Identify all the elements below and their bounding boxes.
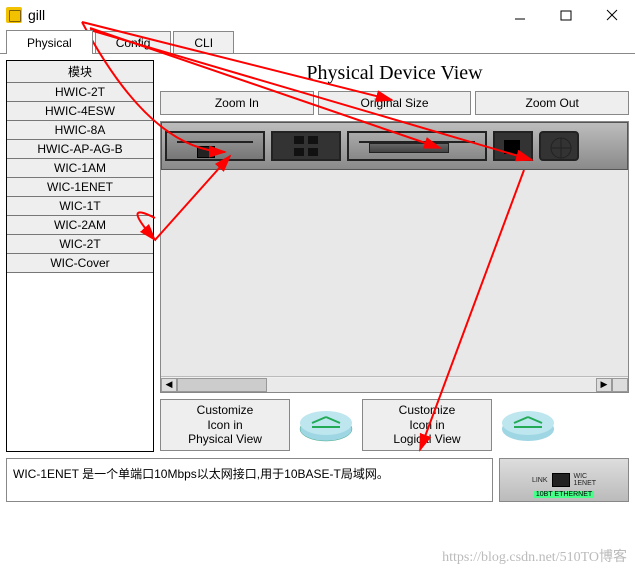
module-item-WIC-1ENET[interactable]: WIC-1ENET — [7, 178, 153, 197]
module-list-header: 模块 — [7, 61, 153, 83]
watermark: https://blog.csdn.net/510TO博客 — [442, 546, 627, 566]
tab-physical-label: Physical — [27, 36, 72, 50]
customize-logical-icon-button[interactable]: Customize Icon in Logical View — [362, 399, 492, 451]
close-button[interactable] — [589, 0, 635, 30]
tab-config-label: Config — [116, 36, 151, 50]
original-size-button[interactable]: Original Size — [318, 91, 472, 115]
tab-config[interactable]: Config — [95, 31, 172, 53]
module-item-WIC-2T[interactable]: WIC-2T — [7, 235, 153, 254]
preview-ethernet-port — [552, 473, 570, 487]
preview-tag: 10BT ETHERNET — [534, 491, 594, 498]
app-icon — [6, 7, 22, 23]
module-item-WIC-Cover[interactable]: WIC-Cover — [7, 254, 153, 273]
zoom-out-button[interactable]: Zoom Out — [475, 91, 629, 115]
scroll-track[interactable] — [177, 378, 596, 392]
scroll-right-button[interactable]: ▶ — [596, 378, 612, 392]
scroll-left-button[interactable]: ◀ — [161, 378, 177, 392]
customize-logical-label: Customize Icon in Logical View — [393, 403, 460, 446]
module-item-HWIC-8A[interactable]: HWIC-8A — [7, 121, 153, 140]
module-item-WIC-1AM[interactable]: WIC-1AM — [7, 159, 153, 178]
preview-link-label: LINK — [532, 477, 548, 484]
customize-physical-icon-button[interactable]: Customize Icon in Physical View — [160, 399, 290, 451]
scroll-thumb[interactable] — [177, 378, 267, 392]
tab-cli[interactable]: CLI — [173, 31, 234, 53]
builtin-ethernet-ports[interactable] — [271, 131, 341, 161]
module-item-WIC-1T[interactable]: WIC-1T — [7, 197, 153, 216]
zoom-in-button[interactable]: Zoom In — [160, 91, 314, 115]
module-item-HWIC-AP-AG-B[interactable]: HWIC-AP-AG-B — [7, 140, 153, 159]
module-slot-0[interactable] — [165, 131, 265, 161]
module-item-HWIC-4ESW[interactable]: HWIC-4ESW — [7, 102, 153, 121]
module-list: 模块 HWIC-2T HWIC-4ESW HWIC-8A HWIC-AP-AG-… — [6, 60, 154, 452]
minimize-button[interactable] — [497, 0, 543, 30]
horizontal-scrollbar[interactable]: ◀ ▶ — [161, 376, 628, 392]
tab-physical[interactable]: Physical — [6, 30, 93, 54]
device-chassis-view[interactable]: ◀ ▶ — [160, 121, 629, 393]
router-icon-logical — [498, 403, 558, 447]
power-port[interactable] — [493, 131, 533, 161]
window-title: gill — [28, 7, 45, 23]
fan-grid — [539, 131, 579, 161]
module-preview[interactable]: LINK WIC 1ENET 10BT ETHERNET — [499, 458, 629, 502]
module-item-HWIC-2T[interactable]: HWIC-2T — [7, 83, 153, 102]
router-chassis[interactable] — [161, 122, 628, 170]
tab-cli-label: CLI — [194, 36, 213, 50]
module-item-WIC-2AM[interactable]: WIC-2AM — [7, 216, 153, 235]
module-slot-1[interactable] — [347, 131, 487, 161]
module-description: WIC-1ENET 是一个单端口10Mbps以太网接口,用于10BASE-T局域… — [6, 458, 493, 502]
physical-device-view-title: Physical Device View — [160, 60, 629, 91]
tab-bar: Physical Config CLI — [0, 30, 635, 54]
customize-physical-label: Customize Icon in Physical View — [188, 403, 262, 446]
scroll-corner — [612, 378, 628, 392]
maximize-button[interactable] — [543, 0, 589, 30]
router-icon-physical — [296, 403, 356, 447]
preview-module-label: WIC 1ENET — [574, 473, 597, 487]
